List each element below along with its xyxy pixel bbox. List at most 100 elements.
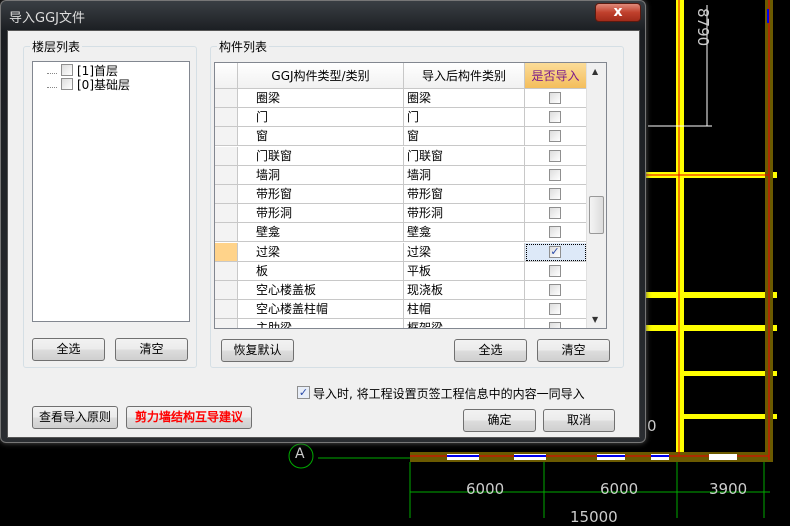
import-checkbox[interactable] [549, 264, 561, 277]
table-row[interactable]: 主肋梁 框架梁 [215, 319, 587, 328]
import-checkbox[interactable] [549, 188, 561, 200]
column-header-target[interactable]: 导入后构件类别 [404, 63, 525, 89]
component-clear-button[interactable]: 清空 [537, 339, 610, 362]
import-cell[interactable] [525, 146, 587, 166]
scroll-down-icon[interactable]: ▼ [592, 315, 598, 324]
row-header[interactable] [215, 242, 238, 262]
import-checkbox[interactable] [549, 168, 561, 181]
source-type-cell[interactable]: 窗 [238, 127, 404, 147]
table-row[interactable]: 空心楼盖柱帽 柱帽 [215, 300, 587, 320]
target-type-cell[interactable]: 圈梁 [404, 89, 525, 108]
row-header[interactable] [215, 127, 238, 147]
table-row[interactable]: 过梁 过梁 ✓ [215, 242, 587, 262]
checkbox[interactable] [61, 64, 73, 76]
import-cell[interactable] [525, 223, 587, 243]
source-type-cell[interactable]: 门 [238, 108, 404, 128]
import-cell[interactable]: ✓ [525, 242, 587, 262]
source-type-cell[interactable]: 主肋梁 [238, 319, 404, 328]
table-row[interactable]: 圈梁 圈梁 [215, 89, 587, 108]
import-checkbox[interactable] [549, 226, 561, 239]
import-checkbox[interactable] [549, 92, 561, 104]
vertical-scrollbar[interactable]: ▲ ▼ [586, 63, 606, 328]
column-header-import[interactable]: 是否导入 [525, 63, 587, 89]
floor-select-all-button[interactable]: 全选 [32, 338, 105, 361]
cancel-button[interactable]: 取消 [543, 409, 615, 432]
target-type-cell[interactable]: 平板 [404, 261, 525, 281]
component-select-all-button[interactable]: 全选 [454, 339, 527, 362]
target-type-cell[interactable]: 带形洞 [404, 204, 525, 224]
shear-wall-advice-button[interactable]: 剪力墙结构互导建议 [126, 406, 252, 429]
floor-clear-button[interactable]: 清空 [115, 338, 188, 361]
source-type-cell[interactable]: 带形窗 [238, 185, 404, 204]
scroll-thumb[interactable] [589, 196, 604, 234]
row-header[interactable] [215, 281, 238, 300]
close-button[interactable]: x [595, 3, 641, 22]
table-row[interactable]: 板 平板 [215, 261, 587, 281]
row-header[interactable] [215, 204, 238, 224]
floor-item[interactable]: [0]基础层 [47, 77, 130, 92]
import-cell[interactable] [525, 127, 587, 147]
import-checkbox[interactable] [549, 111, 561, 124]
import-checkbox[interactable] [549, 303, 561, 316]
import-cell[interactable] [525, 261, 587, 281]
scroll-up-icon[interactable]: ▲ [592, 67, 598, 76]
target-type-cell[interactable]: 门联窗 [404, 146, 525, 166]
import-cell[interactable] [525, 281, 587, 300]
target-type-cell[interactable]: 门 [404, 108, 525, 128]
import-info-checkbox[interactable]: ✓ [297, 386, 310, 399]
view-import-rules-button[interactable]: 查看导入原则 [32, 406, 118, 429]
table-row[interactable]: 带形窗 带形窗 [215, 185, 587, 204]
import-checkbox[interactable] [549, 284, 561, 296]
source-type-cell[interactable]: 墙洞 [238, 165, 404, 185]
row-header[interactable] [215, 89, 238, 108]
source-type-cell[interactable]: 空心楼盖柱帽 [238, 300, 404, 320]
import-cell[interactable] [525, 165, 587, 185]
target-type-cell[interactable]: 带形窗 [404, 185, 525, 204]
source-type-cell[interactable]: 带形洞 [238, 204, 404, 224]
target-type-cell[interactable]: 壁龛 [404, 223, 525, 243]
table-row[interactable]: 门联窗 门联窗 [215, 146, 587, 166]
target-type-cell[interactable]: 柱帽 [404, 300, 525, 320]
source-type-cell[interactable]: 门联窗 [238, 146, 404, 166]
source-type-cell[interactable]: 过梁 [238, 242, 404, 262]
ok-button[interactable]: 确定 [463, 409, 536, 432]
table-row[interactable]: 壁龛 壁龛 [215, 223, 587, 243]
table-row[interactable]: 墙洞 墙洞 [215, 165, 587, 185]
row-header[interactable] [215, 300, 238, 320]
target-type-cell[interactable]: 框架梁 [404, 319, 525, 328]
source-type-cell[interactable]: 圈梁 [238, 89, 404, 108]
checkbox[interactable] [61, 78, 73, 90]
target-type-cell[interactable]: 过梁 [404, 242, 525, 262]
row-header[interactable] [215, 108, 238, 128]
table-row[interactable]: 空心楼盖板 现浇板 [215, 281, 587, 300]
row-header[interactable] [215, 185, 238, 204]
import-cell[interactable] [525, 185, 587, 204]
import-checkbox[interactable] [549, 130, 561, 143]
row-header[interactable] [215, 223, 238, 243]
target-type-cell[interactable]: 墙洞 [404, 165, 525, 185]
table-row[interactable]: 带形洞 带形洞 [215, 204, 587, 224]
import-checkbox[interactable] [549, 207, 561, 220]
floor-tree[interactable]: [1]首层 [0]基础层 [32, 61, 190, 322]
import-checkbox[interactable] [549, 149, 561, 162]
table-row[interactable]: 门 门 [215, 108, 587, 128]
source-type-cell[interactable]: 空心楼盖板 [238, 281, 404, 300]
import-checkbox[interactable] [549, 322, 561, 328]
row-header[interactable] [215, 261, 238, 281]
import-cell[interactable] [525, 319, 587, 328]
import-checkbox[interactable]: ✓ [549, 245, 561, 258]
import-cell[interactable] [525, 89, 587, 108]
column-header-source[interactable]: GGJ构件类型/类别 [238, 63, 404, 89]
source-type-cell[interactable]: 板 [238, 261, 404, 281]
row-header[interactable] [215, 319, 238, 328]
row-header[interactable] [215, 146, 238, 166]
target-type-cell[interactable]: 现浇板 [404, 281, 525, 300]
row-header[interactable] [215, 165, 238, 185]
source-type-cell[interactable]: 壁龛 [238, 223, 404, 243]
import-cell[interactable] [525, 204, 587, 224]
import-cell[interactable] [525, 300, 587, 320]
import-cell[interactable] [525, 108, 587, 128]
table-row[interactable]: 窗 窗 [215, 127, 587, 147]
target-type-cell[interactable]: 窗 [404, 127, 525, 147]
restore-default-button[interactable]: 恢复默认 [221, 339, 294, 362]
